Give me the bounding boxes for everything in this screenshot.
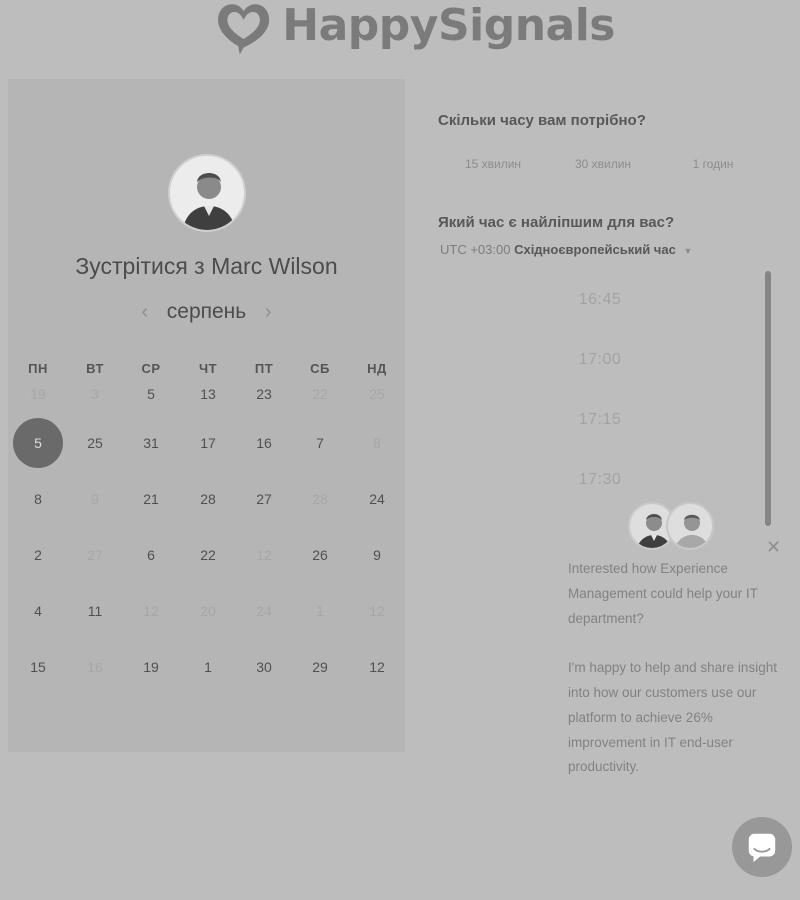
time-slot[interactable]: 17:00	[440, 340, 760, 380]
calendar-week-row: 5 25 31 17 16 7 8	[8, 415, 405, 471]
calendar-day: 1	[316, 603, 324, 619]
duration-option-15[interactable]: 15 хвилин	[438, 150, 548, 178]
calendar-day[interactable]: 25	[70, 415, 120, 471]
chevron-right-icon[interactable]: ›	[260, 301, 276, 324]
weekday-label: ВТ	[86, 361, 104, 376]
calendar-day: 8	[373, 435, 381, 451]
calendar-day[interactable]: 13	[183, 385, 233, 415]
weekday-header-row: ПН ВТ СР ЧТ ПТ СБ НД	[8, 359, 405, 385]
calendar-week-row: 8 9 21 28 27 28 24	[8, 471, 405, 527]
close-icon[interactable]: ✕	[766, 538, 781, 556]
chevron-left-icon[interactable]: ‹	[137, 301, 153, 324]
time-slot[interactable]: 16:45	[440, 280, 760, 320]
calendar-day: 12	[143, 603, 159, 619]
weekday-label: НД	[367, 361, 387, 376]
calendar-week-row: 4 11 12 20 24 1 12	[8, 583, 405, 639]
duration-question: Скільки часу вам потрібно?	[438, 112, 646, 129]
time-slot-list: 16:45 17:00 17:15 17:30	[440, 272, 760, 512]
calendar-day[interactable]: 1	[183, 639, 233, 695]
weekday-label: ПТ	[254, 361, 274, 376]
person-avatar-icon	[182, 173, 236, 230]
time-slot[interactable]: 17:30	[440, 460, 760, 500]
calendar-day[interactable]: 29	[295, 639, 345, 695]
duration-option-60[interactable]: 1 годин	[658, 150, 768, 178]
heart-speech-bubble-icon	[218, 4, 270, 55]
calendar-day[interactable]: 27	[239, 471, 289, 527]
calendar-day: 24	[256, 603, 272, 619]
person-avatar-icon	[674, 514, 710, 548]
calendar-day: 19	[30, 386, 46, 402]
calendar-day[interactable]: 2	[13, 527, 63, 583]
chat-message: Interested how Experience Management cou…	[568, 557, 783, 780]
month-navigation: ‹ серпень ›	[8, 300, 405, 324]
timezone-offset: UTC +03:00	[440, 242, 511, 257]
calendar-day: 16	[87, 659, 103, 675]
calendar-day[interactable]: 30	[239, 639, 289, 695]
meeting-title: Зустрітися з Marc Wilson	[75, 253, 338, 279]
calendar-day[interactable]: 6	[126, 527, 176, 583]
weekday-label: СБ	[310, 361, 330, 376]
calendar-day[interactable]: 26	[295, 527, 345, 583]
calendar-day[interactable]: 9	[352, 527, 402, 583]
chat-agent-avatars	[628, 502, 718, 554]
chat-agent-avatar	[666, 502, 714, 550]
timezone-selector[interactable]: UTC +03:00 Східноєвропейський час ▼	[440, 242, 692, 257]
calendar-week-row: 19 3 5 13 23 22 25	[8, 385, 405, 415]
chat-message-text: Interested how Experience Management cou…	[568, 561, 758, 626]
time-slot[interactable]: 17:15	[440, 400, 760, 440]
calendar-grid: ПН ВТ СР ЧТ ПТ СБ НД 19 3 5 13 23 22 25 5 25 31 17 16 7 8 8 9 2…	[8, 359, 405, 695]
calendar-day[interactable]: 12	[352, 639, 402, 695]
calendar-day: 12	[256, 547, 272, 563]
calendar-day: 3	[91, 386, 99, 402]
time-question: Який час є найліпшим для вас?	[438, 214, 675, 231]
calendar-day[interactable]: 31	[126, 415, 176, 471]
calendar-day[interactable]: 17	[183, 415, 233, 471]
calendar-day[interactable]: 8	[13, 471, 63, 527]
host-avatar	[168, 154, 246, 232]
calendar-day[interactable]: 16	[239, 415, 289, 471]
calendar-day: 25	[369, 386, 385, 402]
calendar-day: 27	[87, 547, 103, 563]
duration-option-30[interactable]: 30 хвилин	[548, 150, 658, 178]
chat-launcher-button[interactable]	[732, 817, 792, 877]
calendar-week-row: 15 16 19 1 30 29 12	[8, 639, 405, 695]
calendar-day[interactable]: 7	[295, 415, 345, 471]
caret-down-icon: ▼	[683, 246, 693, 256]
calendar-day[interactable]: 15	[13, 639, 63, 695]
duration-options: 15 хвилин 30 хвилин 1 годин	[438, 150, 768, 178]
calendar-day[interactable]: 11	[70, 583, 120, 639]
calendar-day: 12	[369, 603, 385, 619]
calendar-day[interactable]: 5	[126, 385, 176, 415]
calendar-day: 28	[312, 491, 328, 507]
chat-bubble-icon	[748, 833, 776, 863]
calendar-day: 9	[91, 491, 99, 507]
chat-message-text: I'm happy to help and share insight into…	[568, 660, 777, 775]
calendar-day: 20	[200, 603, 216, 619]
calendar-day[interactable]: 24	[352, 471, 402, 527]
calendar-panel: Зустрітися з Marc Wilson ‹ серпень › ПН В…	[8, 79, 405, 752]
calendar-week-row: 2 27 6 22 12 26 9	[8, 527, 405, 583]
calendar-day[interactable]: 28	[183, 471, 233, 527]
month-label: серпень	[166, 300, 247, 323]
calendar-day-selected[interactable]: 5	[13, 418, 63, 468]
time-slot-scrollbar[interactable]	[765, 271, 771, 526]
calendar-day[interactable]: 22	[183, 527, 233, 583]
calendar-day[interactable]: 4	[13, 583, 63, 639]
calendar-day[interactable]: 21	[126, 471, 176, 527]
brand-name: HappySignals	[282, 0, 615, 51]
weekday-label: ПН	[28, 361, 48, 376]
calendar-day: 22	[312, 386, 328, 402]
calendar-day[interactable]: 19	[126, 639, 176, 695]
timezone-name: Східноєвропейський час	[514, 242, 676, 257]
brand-logo: HappySignals	[215, 0, 615, 63]
calendar-day[interactable]: 23	[239, 385, 289, 415]
weekday-label: СР	[141, 361, 161, 376]
weekday-label: ЧТ	[198, 361, 218, 376]
